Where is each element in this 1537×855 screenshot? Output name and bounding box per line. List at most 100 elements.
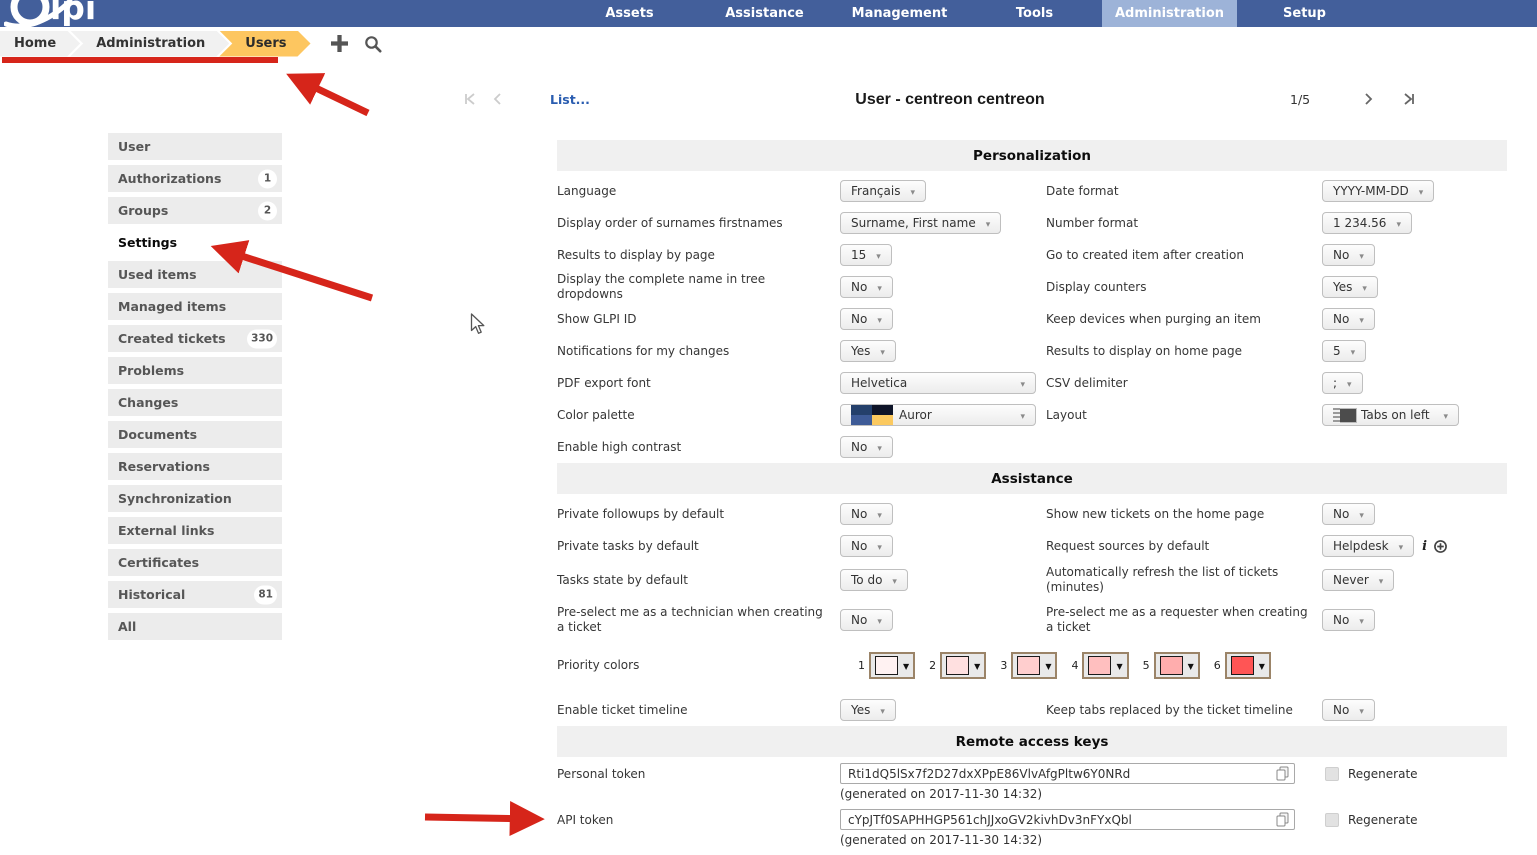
- search-icon[interactable]: [364, 35, 382, 53]
- sidebar-item-changes[interactable]: Changes: [108, 389, 282, 416]
- last-page-icon[interactable]: [1402, 92, 1416, 109]
- priority-color-picker-6[interactable]: [1225, 652, 1271, 679]
- priority-number: 3: [1000, 659, 1007, 672]
- field-label: Show GLPI ID: [557, 312, 840, 327]
- sidebar-item-reservations[interactable]: Reservations: [108, 453, 282, 480]
- token-generated-date: (generated on 2017-11-30 14:32): [840, 833, 1295, 847]
- glpi-logo[interactable]: lpi: [4, 0, 144, 27]
- nav-tab-assistance[interactable]: Assistance: [697, 0, 832, 27]
- sidebar-item-problems[interactable]: Problems: [108, 357, 282, 384]
- priority-color-picker-2[interactable]: [940, 652, 986, 679]
- info-icon[interactable]: i: [1422, 539, 1427, 554]
- chevron-down-icon: [1443, 408, 1448, 422]
- auto-refresh-dropdown[interactable]: Never: [1322, 569, 1394, 591]
- breadcrumb-home[interactable]: Home: [0, 31, 80, 57]
- high-contrast-dropdown[interactable]: No: [840, 436, 893, 458]
- date-format-dropdown[interactable]: YYYY-MM-DD: [1322, 180, 1434, 202]
- section-header-personalization: Personalization: [557, 140, 1507, 171]
- field-label: Personal token: [557, 763, 840, 782]
- sidebar-item-synchronization[interactable]: Synchronization: [108, 485, 282, 512]
- user-tabs-sidebar: User Authorizations1 Groups2 Settings Us…: [108, 133, 282, 645]
- sidebar-item-groups[interactable]: Groups2: [108, 197, 282, 224]
- home-results-dropdown[interactable]: 5: [1322, 340, 1366, 362]
- pdf-font-dropdown[interactable]: Helvetica: [840, 372, 1036, 394]
- keep-tabs-dropdown[interactable]: No: [1322, 699, 1375, 721]
- sidebar-item-all[interactable]: All: [108, 613, 282, 640]
- color-swatch: [875, 656, 898, 675]
- add-source-icon[interactable]: [1434, 540, 1447, 553]
- list-link[interactable]: List...: [550, 92, 590, 107]
- nav-tab-administration[interactable]: Administration: [1102, 0, 1237, 27]
- field-label: PDF export font: [557, 376, 840, 391]
- page-title: User - centreon centreon: [640, 91, 1260, 109]
- sidebar-item-user[interactable]: User: [108, 133, 282, 160]
- priority-color-picker-5[interactable]: [1154, 652, 1200, 679]
- color-swatch: [946, 656, 969, 675]
- sidebar-item-certificates[interactable]: Certificates: [108, 549, 282, 576]
- chevron-down-icon: [877, 613, 882, 627]
- sidebar-item-created-tickets[interactable]: Created tickets330: [108, 325, 282, 352]
- notifications-dropdown[interactable]: Yes: [840, 340, 896, 362]
- preselect-requester-dropdown[interactable]: No: [1322, 609, 1375, 631]
- complete-name-dropdown[interactable]: No: [840, 276, 893, 298]
- regenerate-checkbox[interactable]: [1325, 813, 1339, 827]
- regenerate-checkbox[interactable]: [1325, 767, 1339, 781]
- nav-tab-management[interactable]: Management: [832, 0, 967, 27]
- chevron-down-icon: [1116, 658, 1122, 672]
- chevron-down-icon: [880, 703, 885, 717]
- priority-color-picker-4[interactable]: [1082, 652, 1128, 679]
- go-to-created-dropdown[interactable]: No: [1322, 244, 1375, 266]
- field-label: Go to created item after creation: [1046, 248, 1322, 263]
- chevron-down-icon: [910, 184, 915, 198]
- ticket-timeline-dropdown[interactable]: Yes: [840, 699, 896, 721]
- regenerate-label: Regenerate: [1348, 813, 1418, 827]
- color-swatch: [1160, 656, 1183, 675]
- breadcrumb-administration[interactable]: Administration: [70, 31, 229, 57]
- first-page-icon[interactable]: [463, 92, 477, 109]
- chevron-down-icon: [1347, 376, 1352, 390]
- keep-devices-dropdown[interactable]: No: [1322, 308, 1375, 330]
- field-label: Pre-select me as a requester when creati…: [1046, 605, 1322, 635]
- nav-tab-assets[interactable]: Assets: [562, 0, 697, 27]
- add-icon[interactable]: [331, 35, 348, 52]
- language-dropdown[interactable]: Français: [840, 180, 926, 202]
- copy-icon[interactable]: [1276, 766, 1289, 781]
- color-palette-dropdown[interactable]: Auror: [840, 404, 1036, 426]
- sidebar-item-external-links[interactable]: External links: [108, 517, 282, 544]
- sidebar-item-authorizations[interactable]: Authorizations1: [108, 165, 282, 192]
- priority-color-picker-1[interactable]: [869, 652, 915, 679]
- private-tasks-dropdown[interactable]: No: [840, 535, 893, 557]
- sidebar-item-settings[interactable]: Settings: [108, 229, 282, 256]
- show-glpi-id-dropdown[interactable]: No: [840, 308, 893, 330]
- priority-number: 2: [929, 659, 936, 672]
- nav-tab-tools[interactable]: Tools: [967, 0, 1102, 27]
- chevron-down-icon: [1020, 376, 1025, 390]
- priority-color-picker-3[interactable]: [1011, 652, 1057, 679]
- number-format-dropdown[interactable]: 1 234.56: [1322, 212, 1412, 234]
- priority-number: 4: [1071, 659, 1078, 672]
- layout-dropdown[interactable]: Tabs on left: [1322, 404, 1459, 426]
- name-order-dropdown[interactable]: Surname, First name: [840, 212, 1001, 234]
- field-label: Display counters: [1046, 280, 1322, 295]
- palette-swatch: [851, 405, 893, 425]
- request-source-dropdown[interactable]: Helpdesk: [1322, 535, 1414, 557]
- breadcrumb-users[interactable]: Users: [219, 31, 310, 57]
- copy-icon[interactable]: [1276, 812, 1289, 827]
- new-tickets-home-dropdown[interactable]: No: [1322, 503, 1375, 525]
- display-counters-dropdown[interactable]: Yes: [1322, 276, 1378, 298]
- results-per-page-dropdown[interactable]: 15: [840, 244, 892, 266]
- field-label: Tasks state by default: [557, 573, 840, 588]
- sidebar-item-documents[interactable]: Documents: [108, 421, 282, 448]
- sidebar-item-used-items[interactable]: Used items: [108, 261, 282, 288]
- preselect-technician-dropdown[interactable]: No: [840, 609, 893, 631]
- csv-delimiter-dropdown[interactable]: ;: [1322, 372, 1363, 394]
- tasks-state-dropdown[interactable]: To do: [840, 569, 908, 591]
- sidebar-item-historical[interactable]: Historical81: [108, 581, 282, 608]
- sidebar-item-managed-items[interactable]: Managed items: [108, 293, 282, 320]
- next-page-icon[interactable]: [1361, 92, 1375, 109]
- prev-page-icon[interactable]: [491, 92, 505, 109]
- private-followups-dropdown[interactable]: No: [840, 503, 893, 525]
- api-token-input[interactable]: [846, 812, 1276, 828]
- nav-tab-setup[interactable]: Setup: [1237, 0, 1372, 27]
- personal-token-input[interactable]: [846, 766, 1276, 782]
